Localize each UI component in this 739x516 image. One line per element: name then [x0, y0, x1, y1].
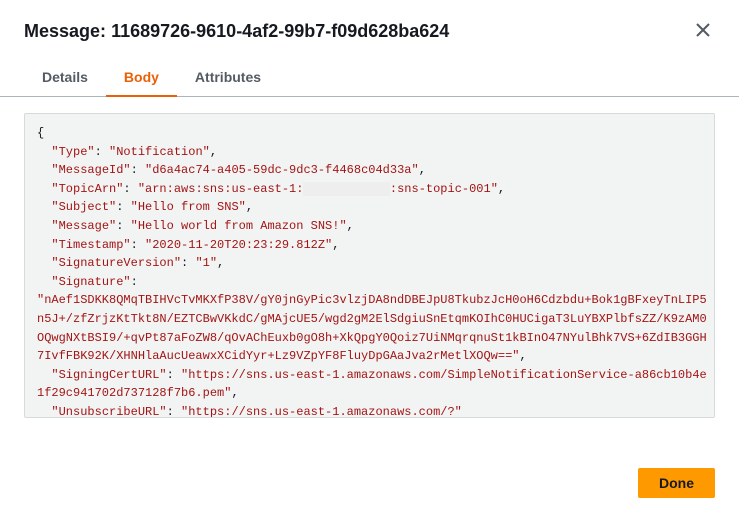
title-prefix: Message: [24, 21, 106, 41]
modal-title: Message: 11689726-9610-4af2-99b7-f09d628… [24, 21, 449, 42]
title-message-id: 11689726-9610-4af2-99b7-f09d628ba624 [111, 21, 449, 41]
tab-bar: Details Body Attributes [0, 59, 739, 97]
modal-footer: Done [0, 456, 739, 516]
modal-header: Message: 11689726-9610-4af2-99b7-f09d628… [0, 0, 739, 59]
tab-details[interactable]: Details [24, 59, 106, 97]
close-icon [695, 22, 711, 41]
tab-attributes[interactable]: Attributes [177, 59, 279, 97]
tab-content: { "Type": "Notification", "MessageId": "… [0, 97, 739, 456]
close-button[interactable] [691, 18, 715, 45]
message-body-json[interactable]: { "Type": "Notification", "MessageId": "… [24, 113, 715, 418]
message-modal: Message: 11689726-9610-4af2-99b7-f09d628… [0, 0, 739, 516]
done-button[interactable]: Done [638, 468, 715, 498]
tab-body[interactable]: Body [106, 59, 177, 97]
